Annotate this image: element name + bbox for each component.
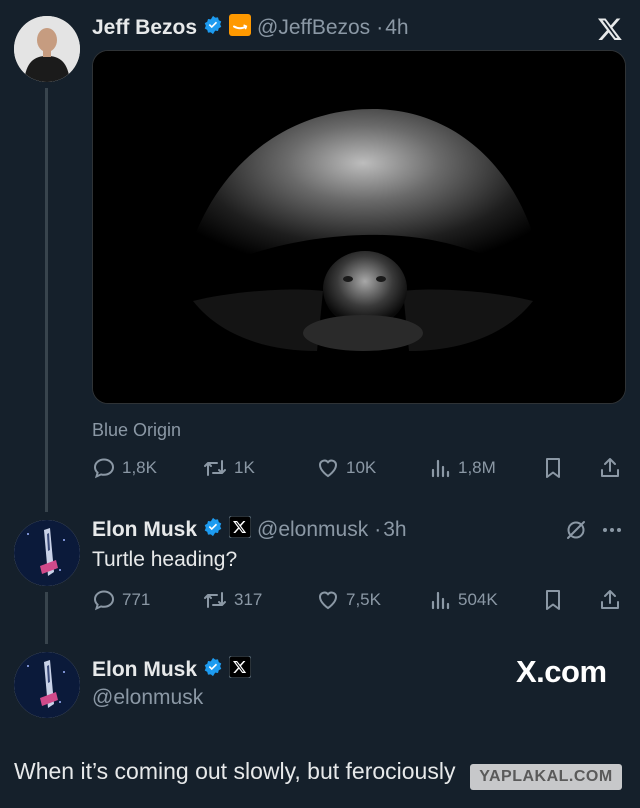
author-handle[interactable]: @JeffBezos: [257, 16, 370, 40]
bookmark-icon: [542, 456, 564, 480]
tweet-actions: 771 317 7,5K 504K: [92, 585, 622, 615]
separator-dot: ·: [376, 15, 384, 39]
grok-icon[interactable]: [564, 518, 588, 547]
tweet-header: Jeff Bezos @JeffBezos · 4h: [92, 14, 409, 41]
verified-badge-icon: [203, 657, 223, 682]
views-button[interactable]: 504K: [430, 585, 498, 615]
reply-button[interactable]: 1,8K: [92, 453, 157, 483]
share-icon: [598, 588, 622, 612]
heart-icon: [316, 588, 340, 612]
like-count: 10K: [346, 458, 377, 477]
x-logo-icon[interactable]: [596, 16, 624, 47]
watermark: YAPLAKAL.COM: [470, 764, 622, 790]
author-name[interactable]: Jeff Bezos: [92, 16, 197, 40]
reply-icon: [92, 588, 116, 612]
like-button[interactable]: 10K: [316, 453, 376, 483]
heart-icon: [316, 456, 340, 480]
avatar[interactable]: [14, 520, 80, 586]
retweet-count: 1K: [234, 458, 255, 477]
retweet-icon: [202, 456, 228, 480]
author-name[interactable]: Elon Musk: [92, 658, 197, 682]
tweet-text: Turtle heading?: [92, 548, 238, 571]
share-button[interactable]: [598, 585, 622, 615]
tweet-media-image[interactable]: [92, 50, 626, 404]
source-label[interactable]: Blue Origin: [92, 420, 181, 441]
tweet-header: Elon Musk @elonmusk · 3h: [92, 515, 407, 543]
author-name[interactable]: Elon Musk: [92, 518, 197, 542]
separator-dot: ·: [374, 517, 382, 541]
views-count: 1,8M: [458, 458, 496, 477]
bookmark-button[interactable]: [542, 453, 564, 483]
tweet-header: Elon Musk: [92, 655, 252, 683]
bookmark-button[interactable]: [542, 585, 564, 615]
amazon-badge-icon: [229, 14, 252, 41]
views-icon: [430, 456, 452, 480]
x-com-brand: X.com: [516, 654, 607, 689]
tweet-actions: 1,8K 1K 10K 1,8M: [92, 453, 622, 483]
share-icon: [598, 456, 622, 480]
reply-button[interactable]: 771: [92, 585, 150, 615]
thread-line: [45, 88, 48, 512]
more-icon[interactable]: [600, 518, 624, 547]
like-button[interactable]: 7,5K: [316, 585, 381, 615]
bookmark-icon: [542, 588, 564, 612]
author-handle[interactable]: @elonmusk: [257, 518, 368, 542]
turtle-image: [93, 51, 625, 403]
avatar[interactable]: [14, 16, 80, 82]
tweet-text: When it’s coming out slowly, but ferocio…: [14, 758, 456, 784]
author-handle[interactable]: @elonmusk: [92, 686, 203, 710]
x-affiliate-badge-icon: [228, 655, 252, 683]
retweet-button[interactable]: 1K: [202, 453, 255, 483]
timestamp[interactable]: 3h: [383, 518, 406, 542]
verified-badge-icon: [203, 517, 223, 542]
avatar[interactable]: [14, 652, 80, 718]
timestamp[interactable]: 4h: [385, 16, 408, 40]
views-icon: [430, 588, 452, 612]
thread-line: [45, 592, 48, 644]
verified-badge-icon: [203, 15, 223, 40]
reply-icon: [92, 456, 116, 480]
like-count: 7,5K: [346, 590, 381, 609]
views-button[interactable]: 1,8M: [430, 453, 496, 483]
reply-count: 771: [122, 590, 151, 609]
retweet-count: 317: [234, 590, 263, 609]
views-count: 504K: [458, 590, 498, 609]
share-button[interactable]: [598, 453, 622, 483]
x-affiliate-badge-icon: [228, 515, 252, 543]
reply-count: 1,8K: [122, 458, 157, 477]
retweet-button[interactable]: 317: [202, 585, 262, 615]
retweet-icon: [202, 588, 228, 612]
